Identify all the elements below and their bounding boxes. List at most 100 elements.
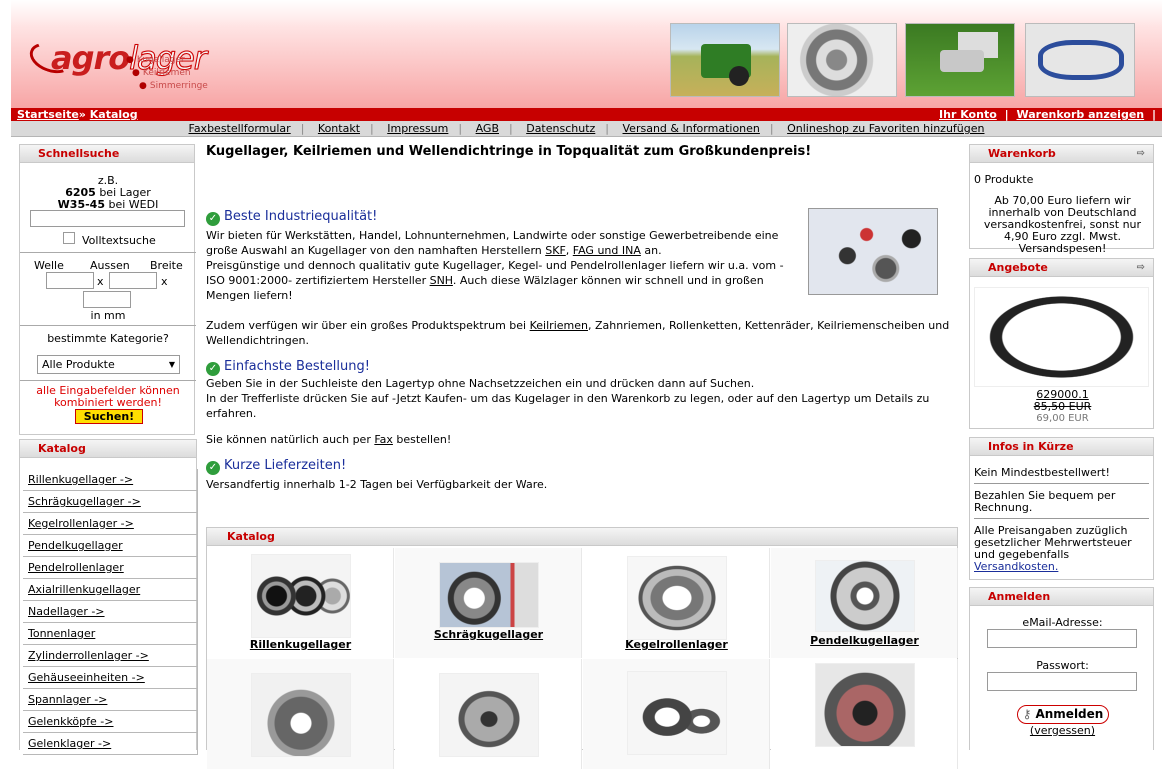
left-catalog-box: Katalog Rillenkugellager -> Schrägkugell… bbox=[19, 439, 198, 755]
main-content: Kugellager, Keilriemen und Wellendichtri… bbox=[205, 144, 960, 769]
section-order-p3: Sie können natürlich auch per Fax bestel… bbox=[206, 433, 452, 446]
nav-favorites[interactable]: Onlineshop zu Favoriten hinzufügen bbox=[787, 122, 984, 135]
catalog-item[interactable]: Pendelkugellager bbox=[23, 535, 198, 557]
check-icon: ✓ bbox=[206, 362, 220, 376]
snh-link[interactable]: SNH bbox=[430, 274, 453, 287]
belt-image bbox=[1025, 23, 1135, 97]
catalog-item[interactable]: Rillenkugellager -> bbox=[23, 469, 198, 491]
catalog-item[interactable]: Zylinderrollenlager -> bbox=[23, 645, 198, 667]
password-field[interactable] bbox=[987, 672, 1137, 691]
catalog-tile[interactable] bbox=[395, 659, 582, 769]
tile-link[interactable]: Kegelrollenlager bbox=[583, 638, 770, 651]
catalog-tile[interactable] bbox=[771, 659, 958, 769]
catalog-item[interactable]: Schrägkugellager -> bbox=[23, 491, 198, 513]
nav-terms[interactable]: AGB bbox=[476, 122, 499, 135]
left-catalog-title: Katalog bbox=[20, 440, 196, 458]
catalog-item[interactable]: Axialrillenkugellager bbox=[23, 579, 198, 601]
bearing-image bbox=[787, 23, 897, 97]
info-2: Bezahlen Sie bequem per Rechnung. bbox=[974, 489, 1116, 514]
quick-search-box: Schnellsuche z.B. 6205 bei Lager W35-45 … bbox=[19, 144, 196, 435]
main-catalog-box: Katalog Rillenkugellager Schrägkugellage… bbox=[206, 527, 958, 769]
nav-shipping[interactable]: Versand & Informationen bbox=[623, 122, 760, 135]
tile-link[interactable]: Rillenkugellager bbox=[207, 638, 394, 651]
password-label: Passwort: bbox=[1036, 659, 1089, 672]
skf-link[interactable]: SKF bbox=[545, 244, 566, 257]
section-quality-p3: Zudem verfügen wir über ein großes Produ… bbox=[206, 319, 950, 347]
offers-box: Angebote ⇨ 629000.1 85,50 EUR 69,00 EUR bbox=[969, 258, 1154, 429]
offer-old-price: 85,50 EUR bbox=[1033, 400, 1092, 413]
category-select[interactable]: Alle Produkte ▼ bbox=[37, 355, 180, 374]
section-delivery-p1: Versandfertig innerhalb 1-2 Tagen bei Ve… bbox=[206, 478, 548, 491]
login-button[interactable]: ⚷ Anmelden bbox=[1017, 705, 1109, 724]
mower-image bbox=[905, 23, 1015, 97]
cart-count: 0 Produkte bbox=[974, 173, 1034, 186]
catalog-tile[interactable]: Schrägkugellager bbox=[395, 548, 582, 658]
col-aussen: Aussen bbox=[90, 259, 130, 272]
catalog-tile[interactable]: Pendelkugellager bbox=[771, 548, 958, 658]
nav-fax-form[interactable]: Faxbestellformular bbox=[189, 122, 291, 135]
times-2: x bbox=[161, 275, 168, 288]
page: agrolager Kugellager Keilriemen Simmerri… bbox=[11, 0, 1162, 769]
fag-ina-link[interactable]: FAG und INA bbox=[573, 244, 641, 257]
offers-title[interactable]: Angebote ⇨ bbox=[970, 259, 1153, 277]
tile-link[interactable]: Schrägkugellager bbox=[395, 628, 582, 641]
section-order-title: ✓ Einfachste Bestellung! bbox=[206, 359, 370, 376]
keilriemen-link[interactable]: Keilriemen bbox=[530, 319, 588, 332]
shipping-costs-link[interactable]: Versandkosten. bbox=[974, 560, 1058, 573]
breadcrumb-sep: » bbox=[78, 108, 86, 121]
catalog-tile[interactable]: Rillenkugellager bbox=[207, 548, 394, 658]
catalog-item[interactable]: Tonnenlager bbox=[23, 623, 198, 645]
breadcrumb: Startseite» Katalog bbox=[17, 108, 138, 121]
tile-link[interactable]: Pendelkugellager bbox=[771, 634, 958, 647]
section-quality-p2: Preisgünstige und dennoch qualitativ gut… bbox=[206, 259, 784, 302]
shaft-input[interactable] bbox=[46, 272, 94, 289]
breadcrumb-bar: Startseite» Katalog Ihr Konto | Warenkor… bbox=[11, 108, 1162, 121]
my-account-link[interactable]: Ihr Konto bbox=[939, 108, 997, 121]
logo[interactable]: agrolager bbox=[21, 18, 256, 79]
left-catalog-list: Rillenkugellager -> Schrägkugellager -> … bbox=[23, 469, 198, 755]
catalog-item[interactable]: Gehäuseeinheiten -> bbox=[23, 667, 198, 689]
tile-image bbox=[251, 554, 351, 638]
cart-title[interactable]: Warenkorb ⇨ bbox=[970, 145, 1153, 163]
catalog-tile[interactable]: Kegelrollenlager bbox=[583, 548, 770, 658]
catalog-item[interactable]: Nadellager -> bbox=[23, 601, 198, 623]
section-delivery-title: ✓ Kurze Lieferzeiten! bbox=[206, 458, 346, 475]
nav-contact[interactable]: Kontakt bbox=[318, 122, 360, 135]
unit-label: in mm bbox=[90, 309, 126, 322]
offer-new-price: 69,00 EUR bbox=[1036, 413, 1089, 424]
tile-image bbox=[815, 560, 915, 632]
width-input[interactable] bbox=[83, 291, 131, 308]
login-title: Anmelden bbox=[970, 588, 1153, 606]
nav-imprint[interactable]: Impressum bbox=[387, 122, 448, 135]
arrow-right-icon[interactable]: ⇨ bbox=[1137, 259, 1145, 277]
catalog-tile[interactable] bbox=[583, 659, 770, 769]
check-icon: ✓ bbox=[206, 461, 220, 475]
view-cart-link[interactable]: Warenkorb anzeigen bbox=[1016, 108, 1144, 121]
search-input[interactable] bbox=[30, 210, 185, 227]
fulltext-label: Volltextsuche bbox=[82, 234, 156, 247]
catalog-item[interactable]: Gelenklager -> bbox=[23, 733, 198, 755]
outer-input[interactable] bbox=[109, 272, 157, 289]
offer-image[interactable] bbox=[974, 287, 1149, 387]
search-button[interactable]: Suchen! bbox=[75, 409, 143, 424]
arrow-right-icon[interactable]: ⇨ bbox=[1137, 145, 1145, 163]
catalog-item[interactable]: Kegelrollenlager -> bbox=[23, 513, 198, 535]
catalog-item[interactable]: Spannlager -> bbox=[23, 689, 198, 711]
catalog-item[interactable]: Gelenkköpfe -> bbox=[23, 711, 198, 733]
tile-image bbox=[627, 671, 727, 755]
forgot-password-link[interactable]: (vergessen) bbox=[1030, 724, 1095, 737]
breadcrumb-home[interactable]: Startseite bbox=[17, 108, 79, 121]
tile-image bbox=[627, 556, 727, 640]
section-quality-p1: Wir bieten für Werkstätten, Handel, Lohn… bbox=[206, 229, 779, 257]
breadcrumb-catalog[interactable]: Katalog bbox=[90, 108, 138, 121]
email-label: eMail-Adresse: bbox=[1022, 616, 1103, 629]
tile-image bbox=[439, 673, 539, 757]
key-icon: ⚷ bbox=[1022, 707, 1032, 721]
catalog-item[interactable]: Pendelrollenlager bbox=[23, 557, 198, 579]
login-box: Anmelden eMail-Adresse: Passwort: ⚷ Anmel… bbox=[969, 587, 1154, 750]
fulltext-checkbox[interactable] bbox=[63, 232, 75, 244]
catalog-tile[interactable] bbox=[207, 659, 394, 769]
email-field[interactable] bbox=[987, 629, 1137, 648]
fax-link[interactable]: Fax bbox=[374, 433, 393, 446]
nav-privacy[interactable]: Datenschutz bbox=[526, 122, 595, 135]
